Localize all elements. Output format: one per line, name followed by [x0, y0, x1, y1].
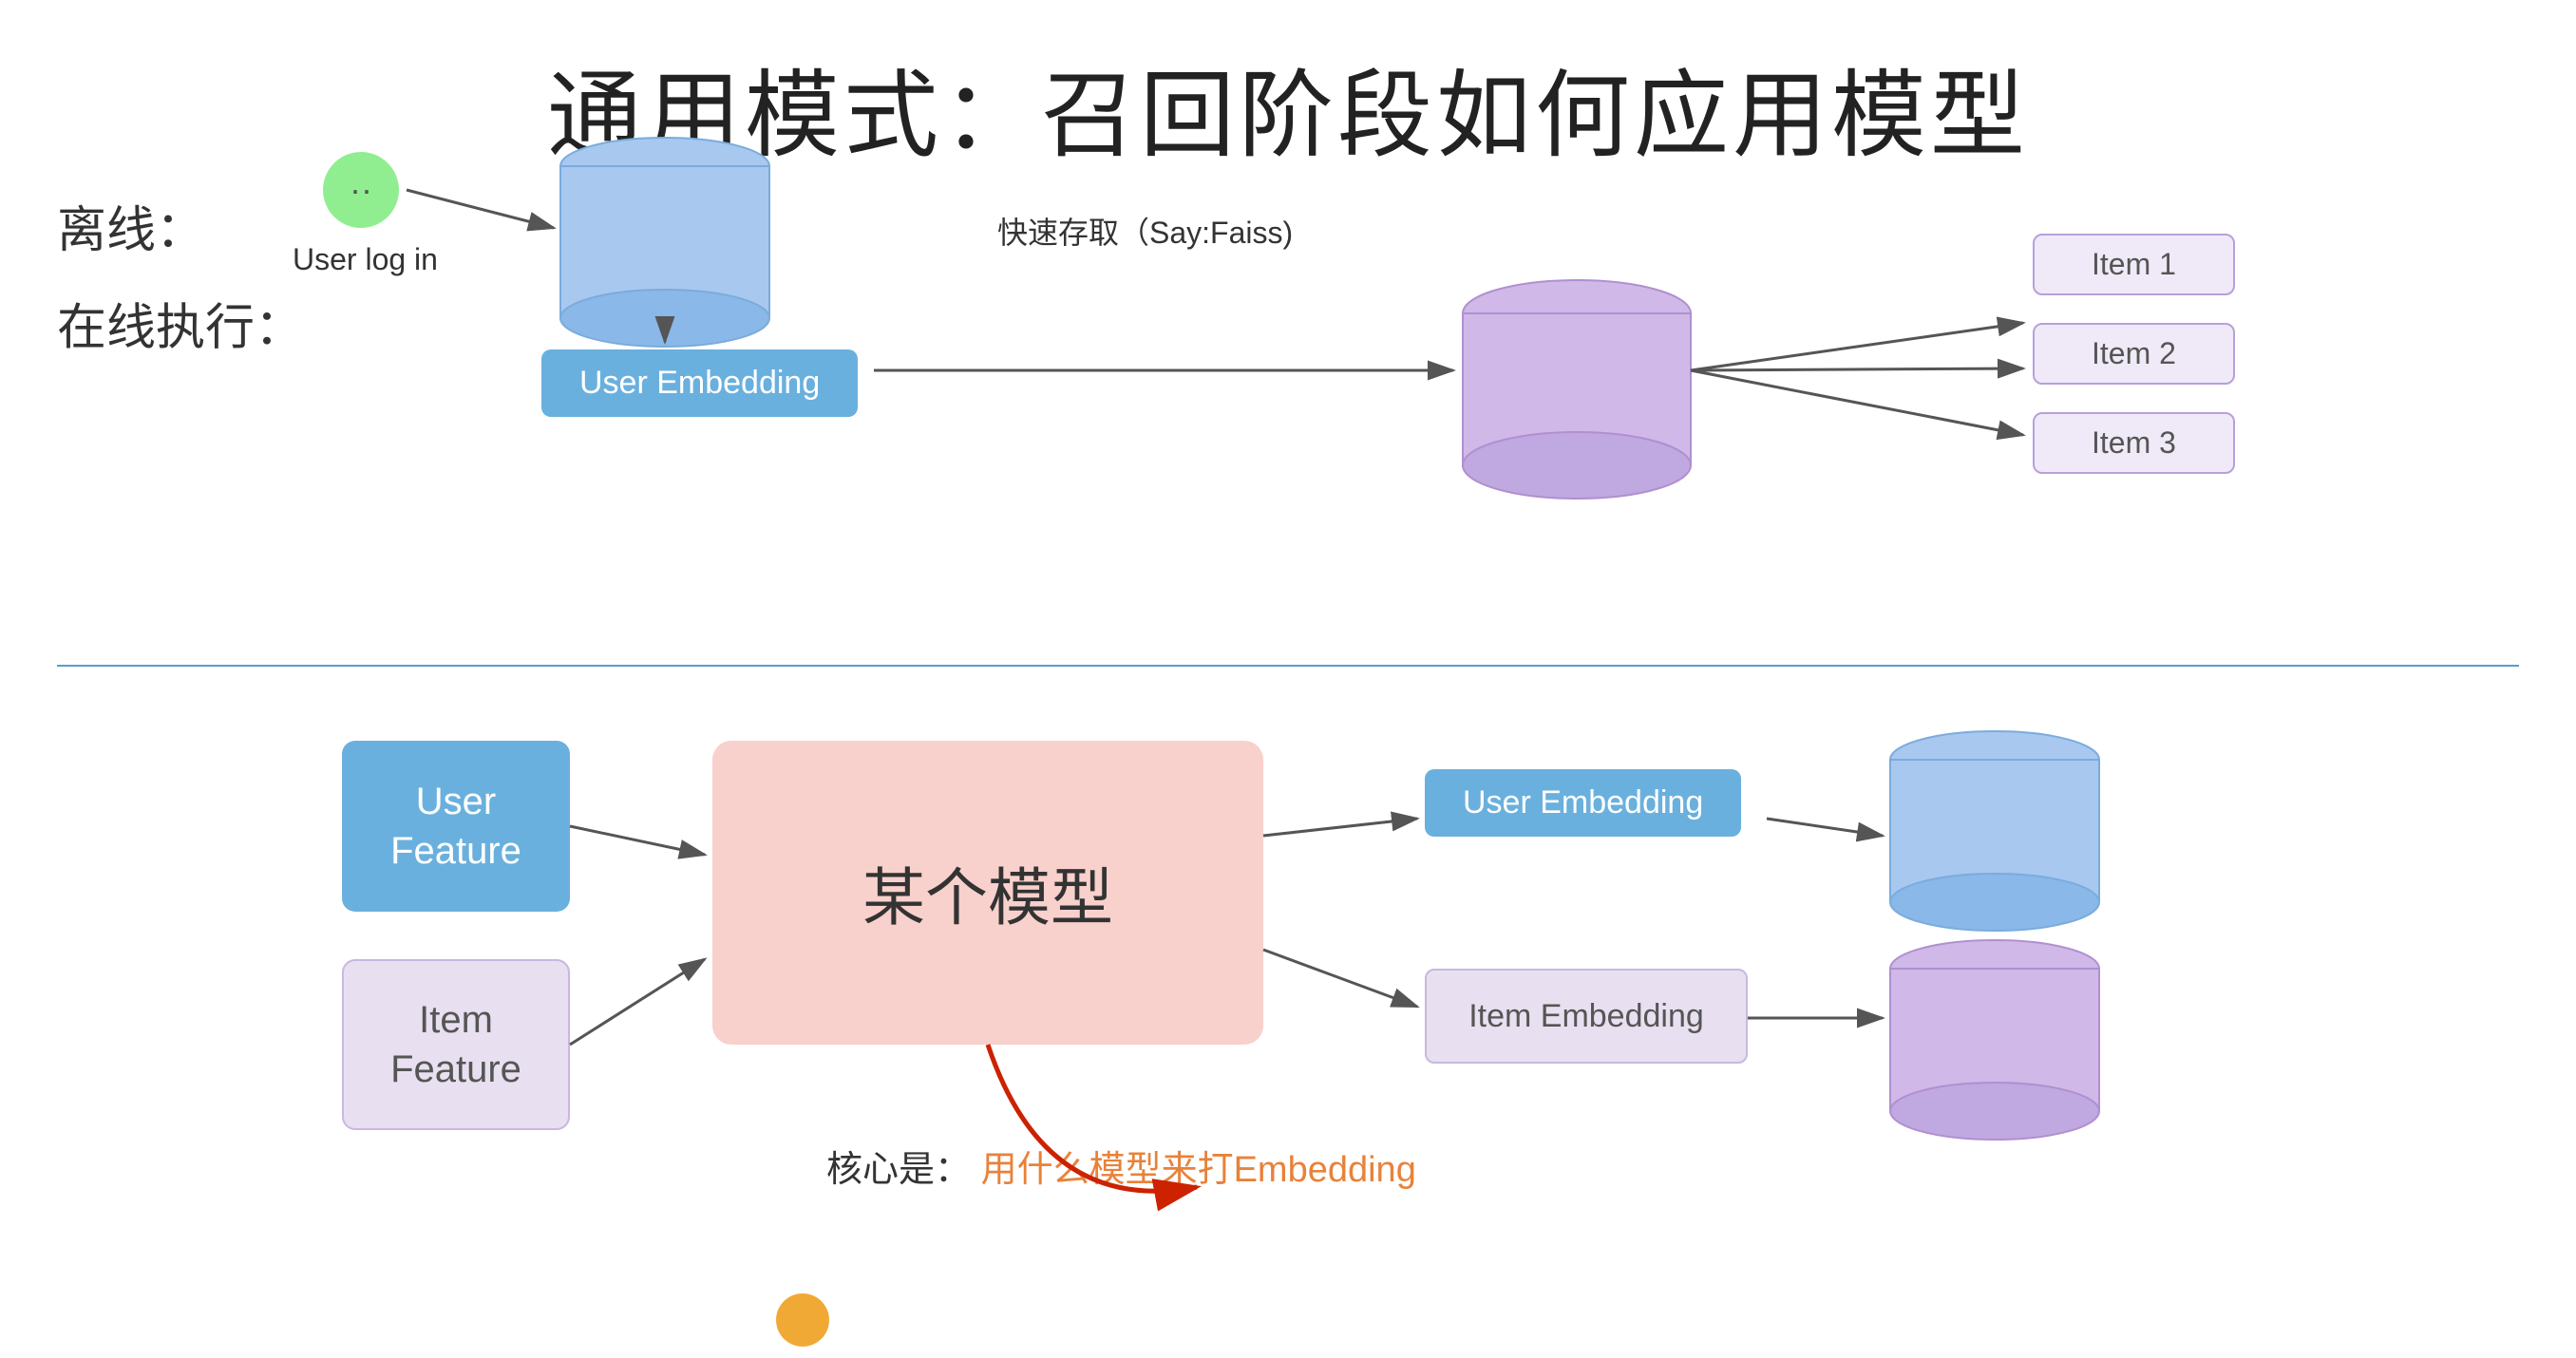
user-avatar: ··	[323, 152, 399, 228]
core-content: 用什么模型来打Embedding	[981, 1150, 1416, 1190]
user-feature-text: UserFeature	[390, 777, 521, 876]
page-title: 通用模式：召回阶段如何应用模型	[0, 0, 2576, 176]
core-prefix: 核心是：	[826, 1150, 971, 1190]
item1-box: Item 1	[2033, 234, 2235, 295]
user-login-label: User log in	[293, 242, 438, 277]
user-feature-box: UserFeature	[342, 741, 570, 912]
item-feature-box: ItemFeature	[342, 959, 570, 1130]
item3-box: Item 3	[2033, 412, 2235, 474]
avatar-face-icon: ··	[350, 170, 372, 210]
item-embedding-box: Item Embedding	[1425, 969, 1748, 1064]
item2-box: Item 2	[2033, 323, 2235, 385]
user-embedding-bottom: User Embedding	[1425, 769, 1741, 837]
offline-label: 离线：	[57, 190, 205, 261]
item-feature-text: ItemFeature	[390, 995, 521, 1094]
model-box: 某个模型	[712, 741, 1263, 1045]
divider	[57, 665, 2519, 667]
online-label: 在线执行：	[57, 288, 304, 359]
item-embedding-text: Item Embedding	[1468, 995, 1704, 1037]
user-embedding-top: User Embedding	[541, 349, 858, 417]
core-label: 核心是： 用什么模型来打Embedding	[826, 1140, 1416, 1192]
faiss-label: 快速存取（Say:Faiss)	[997, 209, 1293, 253]
